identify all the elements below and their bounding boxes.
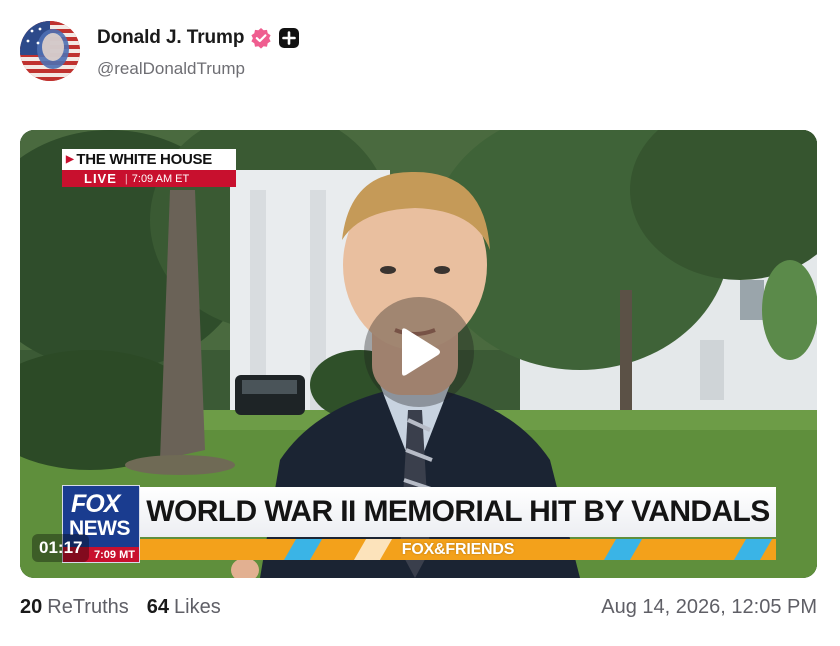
show-bar: FOX&FRIENDS	[140, 539, 776, 560]
likes-label: Likes	[174, 596, 221, 618]
live-bar: LIVE | 7:09 AM ET	[62, 170, 236, 187]
plus-badge-icon	[278, 27, 300, 49]
live-separator: |	[124, 172, 128, 185]
location-title: THE WHITE HOUSE	[76, 151, 212, 168]
stripe-decoration	[733, 539, 773, 560]
live-time: 7:09 AM ET	[131, 172, 190, 185]
video-player[interactable]: ▶ THE WHITE HOUSE LIVE | 7:09 AM ET FOX …	[20, 130, 817, 578]
post-timestamp[interactable]: Aug 14, 2026, 12:05 PM	[601, 596, 817, 619]
play-icon	[402, 328, 440, 376]
avatar[interactable]	[20, 21, 80, 81]
location-title-bar: ▶ THE WHITE HOUSE	[62, 149, 236, 170]
author-handle[interactable]: @realDonaldTrump	[97, 59, 245, 79]
likes-stat[interactable]: 64 Likes	[147, 596, 221, 619]
retruths-count: 20	[20, 596, 43, 618]
stripe-decoration	[283, 539, 323, 560]
stripe-decoration	[603, 539, 643, 560]
avatar-image	[20, 21, 80, 81]
post-stats: 20 ReTruths 64 Likes	[20, 596, 221, 619]
retruths-label: ReTruths	[47, 596, 129, 618]
author-display-name[interactable]: Donald J. Trump	[97, 27, 244, 49]
retruths-stat[interactable]: 20 ReTruths	[20, 596, 129, 619]
live-label: LIVE	[84, 171, 117, 186]
headline-bar: WORLD WAR II MEMORIAL HIT BY VANDALS	[140, 487, 776, 537]
video-duration: 01:17	[32, 534, 90, 562]
stripe-decoration	[353, 539, 393, 560]
verified-badge-icon	[250, 27, 272, 49]
triangle-icon: ▶	[66, 154, 74, 165]
location-bug: ▶ THE WHITE HOUSE LIVE | 7:09 AM ET	[62, 149, 236, 187]
author-name-row: Donald J. Trump	[97, 26, 300, 50]
show-name: FOX&FRIENDS	[401, 540, 515, 558]
likes-count: 64	[146, 596, 170, 618]
logo-fox-text: FOX	[71, 490, 120, 518]
play-button[interactable]	[364, 297, 474, 407]
